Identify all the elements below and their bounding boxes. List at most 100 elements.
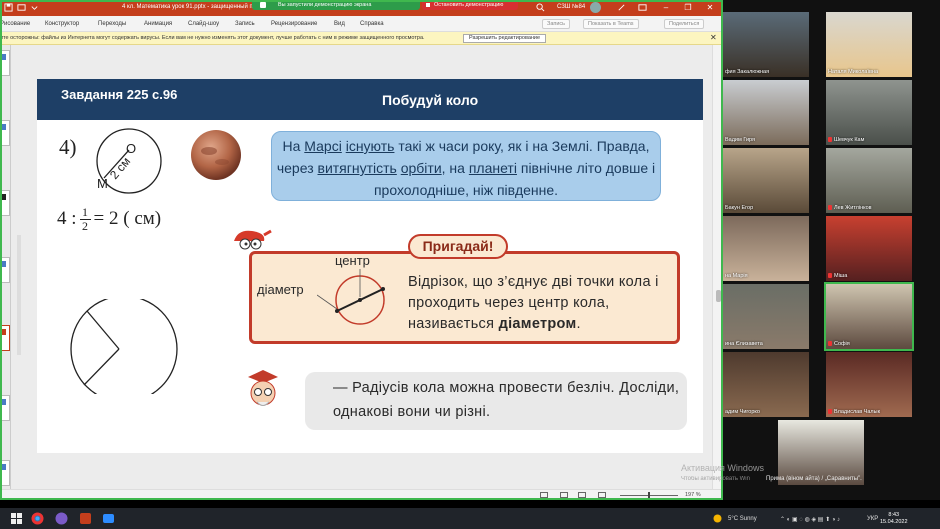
share-button[interactable]: Поделиться bbox=[664, 19, 705, 29]
formula-right: = 2 ( см) bbox=[93, 207, 162, 229]
slide-icon[interactable] bbox=[17, 3, 26, 12]
reminder-text: Відрізок, що з’єднує дві точки кола і пр… bbox=[408, 272, 668, 335]
participant-tile[interactable]: Лев Житлінков bbox=[826, 148, 912, 213]
weather-icon bbox=[713, 514, 722, 523]
participant-name: Софія bbox=[834, 341, 850, 347]
participant-tile[interactable]: ина Єлизавета bbox=[723, 284, 809, 349]
participant-tile[interactable]: Міша bbox=[826, 216, 912, 281]
search-icon[interactable] bbox=[536, 3, 545, 12]
close-icon[interactable]: ✕ bbox=[710, 33, 717, 42]
task-label: Завдання 225 с.96 bbox=[61, 87, 178, 102]
participant-tile-active[interactable]: Софія bbox=[824, 282, 914, 351]
participant-name: Міша bbox=[834, 273, 848, 279]
record-button[interactable]: Запись bbox=[542, 19, 571, 29]
clock[interactable]: 8:43 15.04.2022 bbox=[880, 512, 908, 526]
stop-demo-button[interactable]: Остановить демонстрацию bbox=[422, 0, 518, 10]
diameter-diagram bbox=[317, 269, 385, 325]
chevron-down-icon[interactable] bbox=[30, 3, 39, 12]
participant-tile[interactable]: на Марія bbox=[723, 216, 809, 281]
chrome-icon[interactable] bbox=[31, 512, 44, 525]
powerpoint-window: 4 кл. Математика урок 91.pptx - защищенн… bbox=[0, 0, 723, 500]
tab-review[interactable]: Рецензирование bbox=[271, 21, 317, 27]
participant-name: Вадим Гиря bbox=[725, 137, 756, 143]
participant-name: Бакун Егор bbox=[725, 205, 754, 211]
participant-tile[interactable]: фия Закалюжная bbox=[723, 12, 809, 77]
weather-text[interactable]: 5°C Sunny bbox=[728, 516, 757, 522]
protected-view-message: ите осторожны: файлы из Интернета могут … bbox=[0, 35, 425, 41]
mars-image bbox=[191, 130, 241, 180]
point-m-label: M bbox=[97, 176, 108, 191]
slide-thumbnails-pane bbox=[0, 45, 11, 489]
normal-view-icon[interactable] bbox=[540, 492, 548, 498]
radius-question-text: — Радіусів кола можна провести безліч. Д… bbox=[333, 380, 680, 420]
language-indicator[interactable]: УКР bbox=[867, 516, 878, 522]
slide-thumbnail[interactable] bbox=[0, 460, 10, 486]
fraction-denominator: 2 bbox=[82, 219, 89, 233]
scrollbar-thumb[interactable] bbox=[716, 290, 721, 302]
slide-thumbnail[interactable] bbox=[0, 190, 10, 216]
slide-thumbnail[interactable] bbox=[0, 395, 10, 421]
mic-muted-icon bbox=[828, 273, 832, 278]
participant-name: Шевчук Кам bbox=[834, 137, 865, 143]
participants-grid: фия Закалюжная Наталя Миколаївна Вадим Г… bbox=[723, 0, 940, 500]
clock-time: 8:43 bbox=[888, 512, 900, 518]
participant-tile[interactable]: Шевчук Кам bbox=[826, 80, 912, 145]
slide-header: Завдання 225 с.96 Побудуй коло bbox=[37, 79, 703, 120]
tab-record[interactable]: Запись bbox=[235, 21, 255, 27]
zoom-slider-knob[interactable] bbox=[648, 492, 650, 499]
vertical-scrollbar[interactable] bbox=[712, 45, 723, 489]
maximize-button[interactable]: ❐ bbox=[680, 1, 696, 14]
slide-thumbnail[interactable] bbox=[0, 120, 10, 146]
protected-view-bar: ите осторожны: файлы из Интернета могут … bbox=[0, 32, 723, 45]
participant-name: на Марія bbox=[725, 273, 748, 279]
fraction: 12 bbox=[79, 206, 91, 233]
radius-label: 2 см bbox=[107, 154, 133, 182]
windows-start-icon[interactable] bbox=[10, 512, 23, 525]
minimize-button[interactable]: – bbox=[658, 1, 674, 14]
avatar[interactable] bbox=[590, 2, 601, 13]
tab-drawing[interactable]: Рисование bbox=[0, 21, 30, 27]
participant-tile[interactable]: адим Чигорко bbox=[723, 352, 809, 417]
slideshow-view-icon[interactable] bbox=[598, 492, 606, 498]
save-icon[interactable] bbox=[4, 3, 13, 12]
mic-muted-icon bbox=[828, 205, 832, 210]
powerpoint-icon[interactable] bbox=[79, 512, 92, 525]
slide-thumbnail[interactable] bbox=[0, 50, 10, 76]
screen-share-banner: Вы запустили демонстрацию экрана bbox=[252, 0, 420, 10]
tab-help[interactable]: Справка bbox=[360, 21, 384, 27]
zoom-level[interactable]: 197 % bbox=[685, 492, 701, 498]
ribbon-display-icon[interactable] bbox=[638, 3, 647, 12]
tab-animation[interactable]: Анимация bbox=[144, 21, 172, 27]
mars-text-underlined: Марсі bbox=[304, 138, 342, 154]
slide-canvas: Завдання 225 с.96 Побудуй коло 4) M 2 см… bbox=[37, 79, 703, 453]
viber-icon[interactable] bbox=[55, 512, 68, 525]
thumbnail-scrollbar[interactable] bbox=[17, 235, 21, 355]
enable-editing-button[interactable]: Разрешить редактирование bbox=[463, 34, 547, 43]
slide-thumbnail[interactable] bbox=[0, 257, 10, 283]
diameter-label: діаметр bbox=[257, 282, 304, 297]
close-button[interactable]: ✕ bbox=[702, 1, 718, 14]
share-banner-text: Вы запустили демонстрацию экрана bbox=[278, 2, 372, 8]
tab-view[interactable]: Вид bbox=[334, 21, 345, 27]
tab-slideshow[interactable]: Слайд-шоу bbox=[188, 21, 219, 27]
participant-tile[interactable]: Бакун Егор bbox=[723, 148, 809, 213]
tab-transitions[interactable]: Переходы bbox=[98, 21, 126, 27]
participant-tile[interactable]: Вадим Гиря bbox=[723, 80, 809, 145]
item-number: 4) bbox=[59, 135, 77, 159]
share-indicator-icon bbox=[260, 2, 266, 8]
reading-view-icon[interactable] bbox=[578, 492, 586, 498]
pen-icon[interactable] bbox=[617, 3, 626, 12]
participant-tile[interactable]: Владислав Чалык bbox=[826, 352, 912, 417]
slide-sorter-icon[interactable] bbox=[560, 492, 568, 498]
stop-icon bbox=[426, 3, 430, 7]
clock-date: 15.04.2022 bbox=[880, 519, 908, 525]
slide-thumbnail-selected[interactable] bbox=[0, 325, 10, 351]
tray-icons[interactable]: ⌃ ◐ ▣ ◌ ◍ ◈ ▤ ⬆ ◑ ♪ bbox=[780, 516, 840, 523]
mic-muted-icon bbox=[828, 341, 832, 346]
participant-tile[interactable]: Наталя Миколаївна bbox=[826, 12, 912, 77]
zoom-app-icon[interactable] bbox=[102, 512, 115, 525]
windows-activation-subtitle: Чтобы активировать Win bbox=[681, 476, 750, 482]
tab-design[interactable]: Конструктор bbox=[45, 21, 79, 27]
point-o-label: O bbox=[126, 141, 136, 156]
present-in-teams-button[interactable]: Показать в Teams bbox=[583, 19, 639, 29]
